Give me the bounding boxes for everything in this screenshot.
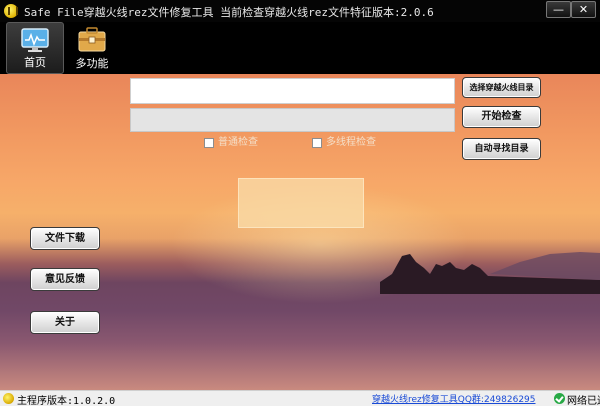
- close-button[interactable]: ✕: [571, 1, 596, 18]
- multi-thread-check-label: 多线程检查: [326, 137, 376, 148]
- title-bar: Safe File穿越火线rez文件修复工具 当前检查穿越火线rez文件特征版本…: [0, 0, 600, 22]
- select-directory-button[interactable]: 选择穿越火线目录: [462, 77, 541, 98]
- network-ok-icon: [554, 393, 565, 404]
- normal-check-option[interactable]: 普通检查: [204, 136, 284, 150]
- tab-multi-function[interactable]: 多功能: [63, 22, 121, 74]
- feedback-button[interactable]: 意见反馈: [30, 268, 100, 291]
- sea-rocks-image: [380, 252, 600, 294]
- start-check-button[interactable]: 开始检查: [462, 106, 541, 128]
- qq-group-link[interactable]: 穿越火线rez修复工具QQ群:249826295: [372, 392, 536, 405]
- window-title: Safe File穿越火线rez文件修复工具 当前检查穿越火线rez文件特征版本…: [24, 6, 434, 19]
- normal-check-checkbox[interactable]: [204, 138, 214, 148]
- toolbox-icon: [78, 27, 106, 52]
- status-bar: 主程序版本:1.0.2.0 穿越火线rez修复工具QQ群:249826295 网…: [0, 390, 600, 406]
- program-version: 主程序版本:1.0.2.0: [17, 396, 116, 406]
- path-display-field[interactable]: [130, 108, 455, 132]
- app-logo-icon: [4, 4, 18, 18]
- monitor-icon: [21, 28, 49, 52]
- app-status-icon: [3, 393, 14, 404]
- file-download-button[interactable]: 文件下载: [30, 227, 100, 250]
- multi-thread-check-option[interactable]: 多线程检查: [312, 136, 392, 150]
- network-status: 网络已连接: [567, 396, 600, 406]
- normal-check-label: 普通检查: [218, 137, 258, 148]
- multi-thread-check-checkbox[interactable]: [312, 138, 322, 148]
- about-button[interactable]: 关于: [30, 311, 100, 334]
- info-panel: [238, 178, 364, 228]
- main-panel: 选择穿越火线目录 开始检查 自动寻找目录 普通检查 多线程检查 文件下载 意见反…: [0, 74, 600, 390]
- path-input[interactable]: [130, 78, 455, 104]
- tab-home-label: 首页: [24, 56, 46, 69]
- toolbar: 首页 多功能: [0, 22, 600, 74]
- auto-find-directory-button[interactable]: 自动寻找目录: [462, 138, 541, 160]
- tab-home[interactable]: 首页: [6, 22, 64, 74]
- minimize-button[interactable]: —: [546, 1, 571, 18]
- tab-multi-function-label: 多功能: [75, 57, 109, 70]
